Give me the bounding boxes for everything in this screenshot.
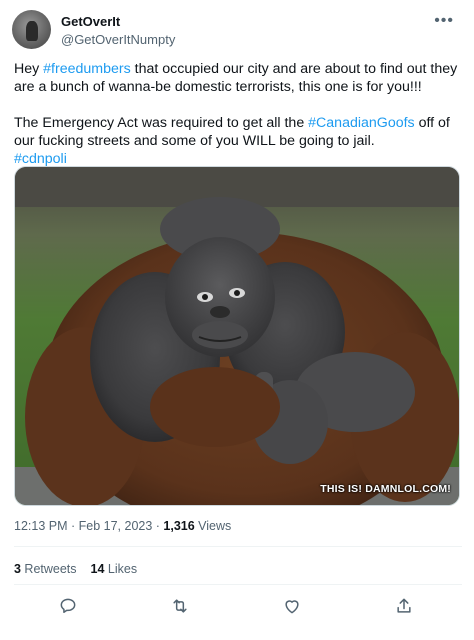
hashtag-canadiangoofs[interactable]: #CanadianGoofs xyxy=(308,115,414,131)
likes-stat[interactable]: 14 Likes xyxy=(91,562,138,576)
retweets-count: 3 xyxy=(14,562,21,576)
retweets-stat[interactable]: 3 Retweets xyxy=(14,562,77,576)
more-icon[interactable]: ••• xyxy=(434,12,454,30)
hashtag-freedumbers[interactable]: #freedumbers xyxy=(43,61,131,77)
reply-icon[interactable] xyxy=(58,596,82,620)
retweets-label: Retweets xyxy=(20,562,77,576)
tweet-paragraph-1: Hey #freedumbers that occupied our city … xyxy=(14,60,462,96)
hashtag-cdnpoli[interactable]: #cdnpoli xyxy=(14,151,67,167)
tweet-header: GetOverIt @GetOverItNumpty ••• xyxy=(12,10,462,50)
display-name[interactable]: GetOverIt xyxy=(61,14,120,29)
user-handle[interactable]: @GetOverItNumpty xyxy=(61,32,175,47)
text-segment: The Emergency Act was required to get al… xyxy=(14,115,309,131)
divider xyxy=(14,584,462,585)
divider xyxy=(14,546,462,547)
tweet-paragraph-2: The Emergency Act was required to get al… xyxy=(14,114,462,168)
heart-icon[interactable] xyxy=(282,596,306,620)
avatar[interactable] xyxy=(12,10,51,49)
tweet-image[interactable]: THIS IS! DAMNLOL.COM! xyxy=(14,166,460,506)
image-watermark: THIS IS! DAMNLOL.COM! xyxy=(320,483,451,495)
share-icon[interactable] xyxy=(394,596,418,620)
tweet-date[interactable]: Feb 17, 2023 xyxy=(79,519,153,533)
views-count: 1,316 xyxy=(163,519,195,533)
engagement-stats: 3 Retweets 14 Likes xyxy=(14,562,137,576)
tweet-time[interactable]: 12:13 PM xyxy=(14,519,68,533)
retweet-icon[interactable] xyxy=(170,596,194,620)
likes-label: Likes xyxy=(104,562,138,576)
tweet-metadata: 12:13 PM · Feb 17, 2023 · 1,316 Views xyxy=(14,519,231,533)
separator: · xyxy=(152,519,164,533)
text-segment: Hey xyxy=(14,61,44,77)
separator: · xyxy=(67,519,79,533)
views-label: Views xyxy=(194,519,232,533)
action-bar xyxy=(14,596,462,620)
tweet-text: Hey #freedumbers that occupied our city … xyxy=(14,60,462,168)
orangutan-photo xyxy=(15,167,459,505)
likes-count: 14 xyxy=(90,562,105,576)
